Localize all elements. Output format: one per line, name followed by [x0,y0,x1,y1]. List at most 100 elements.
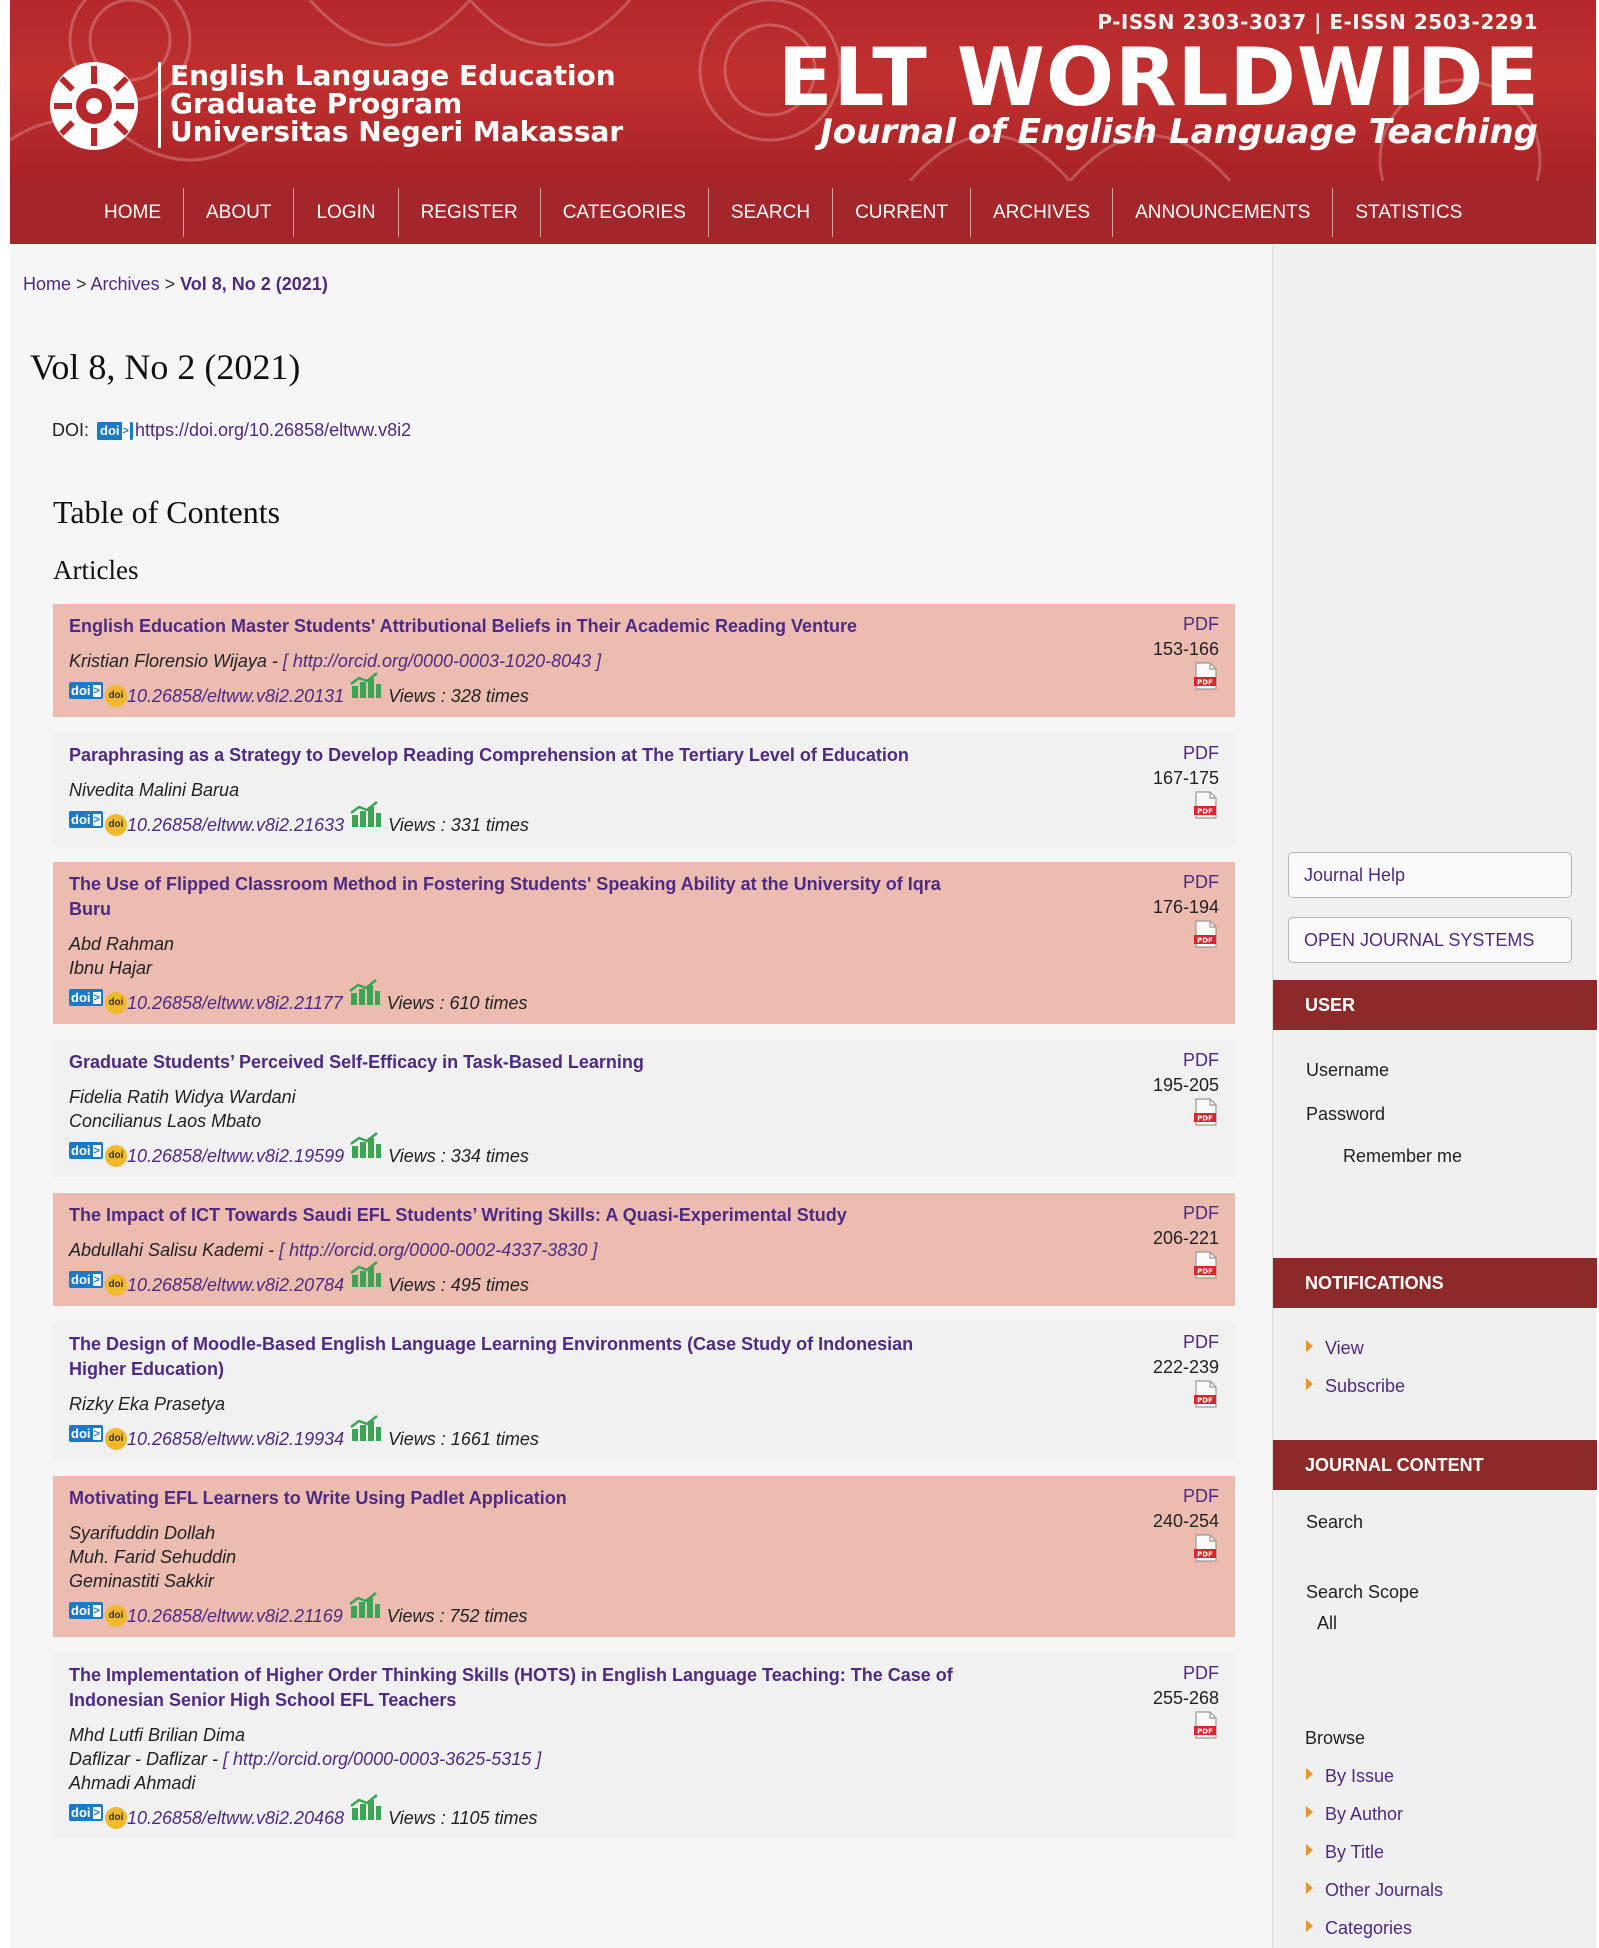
article-item: Graduate Students’ Perceived Self-Effica… [53,1040,1235,1177]
author: Geminastiti Sakkir [69,1569,1219,1593]
article-doi-link[interactable]: 10.26858/eltww.v8i2.20131 [127,686,344,707]
author-name: Abd Rahman [69,934,175,954]
article-doi-link[interactable]: 10.26858/eltww.v8i2.21177 [127,993,343,1014]
browse-by-issue[interactable]: By Issue [1306,1766,1394,1787]
article-title-link[interactable]: Graduate Students’ Perceived Self-Effica… [69,1052,644,1072]
article-pages: 222-239 [1152,1357,1219,1377]
article-title-link[interactable]: The Impact of ICT Towards Saudi EFL Stud… [69,1205,847,1225]
notif-view-link[interactable]: View [1306,1338,1364,1359]
nav-search[interactable]: SEARCH [709,188,834,237]
nav-current[interactable]: CURRENT [833,188,971,237]
article-authors: Kristian Florensio Wijaya - [ http://orc… [69,649,1219,673]
doi-badge-icon: doi > [97,421,133,440]
article-title-link[interactable]: English Education Master Students' Attri… [69,616,857,636]
article-doi-link[interactable]: 10.26858/eltww.v8i2.21633 [127,815,344,836]
journal-help-button[interactable]: Journal Help [1288,852,1572,898]
pdf-file-icon[interactable]: PDF [1193,791,1219,819]
article-views: Views : 334 times [388,1146,529,1166]
article-doi-link[interactable]: 10.26858/eltww.v8i2.20784 [127,1275,344,1296]
pdf-file-icon[interactable]: PDF [1193,1098,1219,1126]
nav-statistics[interactable]: STATISTICS [1333,188,1484,237]
pdf-link[interactable]: PDF [1153,612,1219,637]
browse-by-author[interactable]: By Author [1306,1804,1403,1825]
author-name: Syarifuddin Dollah [69,1523,216,1543]
pdf-link[interactable]: PDF [1153,870,1219,895]
main-nav: HOME ABOUT LOGIN REGISTER CATEGORIES SEA… [10,181,1596,244]
article-title-link[interactable]: The Implementation of Higher Order Think… [69,1665,953,1710]
browse-label: Browse [1305,1728,1366,1748]
article-meta: doi > doi 10.26858/eltww.v8i2.20131 Views : … [69,672,1219,707]
article-title-link[interactable]: The Use of Flipped Classroom Method in F… [69,874,941,919]
orcid-link[interactable]: [ http://orcid.org/0000-0003-3625-5315 ] [223,1749,541,1769]
pdf-file-icon[interactable]: PDF [1193,1251,1219,1279]
nav-archives[interactable]: ARCHIVES [971,188,1114,237]
program-line-3: Universitas Negeri Makassar [170,115,624,148]
doi-coin-icon: doi [104,1274,127,1296]
nav-home[interactable]: HOME [82,188,184,237]
author: Ahmadi Ahmadi [69,1771,1219,1795]
article-authors: Fidelia Ratih Widya Wardani Concilianus L… [69,1085,1219,1133]
remember-me-label[interactable]: Remember me [1343,1146,1462,1167]
browse-other-journals[interactable]: Other Journals [1306,1880,1443,1901]
article-views: Views : 752 times [386,1606,528,1626]
article-title-link[interactable]: Paraphrasing as a Strategy to Develop Re… [69,745,909,765]
article-pages: 195-205 [1152,1075,1219,1095]
doi-badge-icon: doi > [69,811,103,828]
nav-categories[interactable]: CATEGORIES [541,188,709,237]
breadcrumb-current[interactable]: Vol 8, No 2 (2021) [180,274,328,294]
bullet-icon [1306,1339,1313,1352]
stats-chart-icon [350,801,382,832]
article-doi-link[interactable]: 10.26858/eltww.v8i2.20468 [127,1808,344,1829]
stats-chart-icon [350,1415,382,1446]
breadcrumb-archives[interactable]: Archives [91,274,160,294]
pdf-file-icon[interactable]: PDF [1193,1711,1219,1739]
pdf-file-icon[interactable]: PDF [1193,1534,1219,1562]
article-pages: 167-175 [1152,768,1219,788]
program-line-1: English Language Education [170,59,616,92]
article-item: Motivating EFL Learners to Write Using P… [53,1476,1235,1637]
orcid-link[interactable]: [ http://orcid.org/0000-0003-1020-8043 ] [283,651,601,671]
article-list: English Education Master Students' Attri… [53,604,1235,1855]
orcid-link[interactable]: [ http://orcid.org/0000-0002-4337-3830 ] [279,1240,597,1260]
browse-by-title[interactable]: By Title [1306,1842,1384,1863]
pdf-link[interactable]: PDF [1153,1661,1219,1686]
pdf-link[interactable]: PDF [1153,1048,1219,1073]
breadcrumb-home[interactable]: Home [23,274,71,294]
article-title-link[interactable]: Motivating EFL Learners to Write Using P… [69,1488,567,1508]
browse-categories[interactable]: Categories [1306,1918,1412,1939]
article-pages: 240-254 [1152,1511,1219,1531]
svg-text:PDF: PDF [1197,808,1213,816]
pdf-link[interactable]: PDF [1153,1201,1219,1226]
doi-badge-icon: doi > [69,1142,103,1159]
article-doi-link[interactable]: 10.26858/eltww.v8i2.19934 [127,1429,344,1450]
pdf-link[interactable]: PDF [1153,1484,1219,1509]
program-name: English Language Education Graduate Prog… [170,62,623,146]
nav-register[interactable]: REGISTER [399,188,541,237]
article-meta: doi > doi 10.26858/eltww.v8i2.20784 Views : … [69,1261,1219,1296]
pdf-link[interactable]: PDF [1153,1330,1219,1355]
nav-login[interactable]: LOGIN [294,188,399,237]
nav-about[interactable]: ABOUT [184,188,295,237]
ojs-button[interactable]: OPEN JOURNAL SYSTEMS [1288,917,1572,963]
article-galley: PDF 167-175 PDF [1153,741,1219,819]
doi-coin-icon: doi [104,1605,127,1627]
article-doi-link[interactable]: 10.26858/eltww.v8i2.19599 [127,1146,344,1167]
pdf-file-icon[interactable]: PDF [1193,662,1219,690]
doi-coin-icon: doi [104,814,127,836]
sidebar: Journal Help OPEN JOURNAL SYSTEMS USER U… [1272,244,1597,1948]
browse-by-title-label: By Title [1325,1842,1385,1862]
pdf-link[interactable]: PDF [1153,741,1219,766]
search-scope-value[interactable]: All [1317,1613,1337,1634]
nav-announcements[interactable]: ANNOUNCEMENTS [1113,188,1334,237]
author: Fidelia Ratih Widya Wardani [69,1085,1219,1109]
article-authors: Nivedita Malini Barua [69,778,1219,802]
article-title-link[interactable]: The Design of Moodle-Based English Langu… [69,1334,913,1379]
pdf-file-icon[interactable]: PDF [1193,1380,1219,1408]
notif-view-label: View [1325,1338,1364,1358]
notif-subscribe-link[interactable]: Subscribe [1306,1376,1405,1397]
article-doi-link[interactable]: 10.26858/eltww.v8i2.21169 [127,1606,343,1627]
article-views: Views : 495 times [388,1275,529,1295]
article-meta: doi > doi 10.26858/eltww.v8i2.21633 Views : … [69,801,1219,836]
issue-doi-link[interactable]: https://doi.org/10.26858/eltww.v8i2 [135,420,411,441]
pdf-file-icon[interactable]: PDF [1193,920,1219,948]
